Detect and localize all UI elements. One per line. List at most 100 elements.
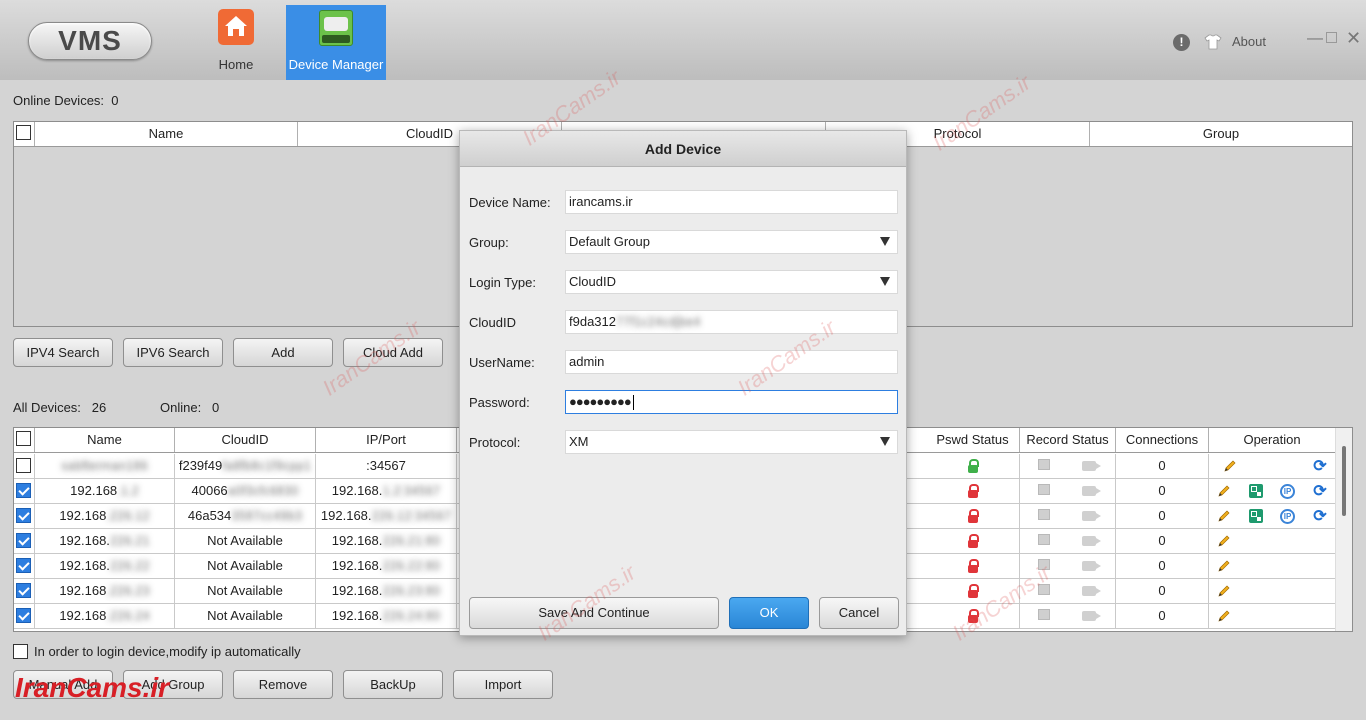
backup-button[interactable]: BackUp	[343, 670, 443, 699]
cell-name: 192.168.226.22	[35, 554, 175, 578]
cell-pswd-status	[926, 529, 1020, 553]
ipv4-search-button[interactable]: IPV4 Search	[13, 338, 113, 367]
lock-icon	[968, 559, 979, 573]
edit-icon[interactable]	[1217, 584, 1231, 598]
group-select[interactable]: Default Group	[565, 230, 898, 254]
cell-pswd-status	[926, 479, 1020, 503]
ip-icon[interactable]: IP	[1280, 484, 1295, 499]
qr-code-icon[interactable]	[1249, 509, 1263, 523]
col-name[interactable]: Name	[35, 428, 175, 452]
edit-icon[interactable]	[1217, 609, 1231, 623]
nav-home-label: Home	[218, 57, 254, 72]
cell-connections: 0	[1116, 604, 1209, 628]
col-operation[interactable]: Operation	[1209, 428, 1336, 452]
col-record-status[interactable]: Record Status	[1020, 428, 1116, 452]
add-device-dialog: Add Device Device Name: irancams.ir Grou…	[459, 130, 907, 636]
online-col-name[interactable]: Name	[35, 122, 298, 146]
ipv6-search-button[interactable]: IPV6 Search	[123, 338, 223, 367]
cloud-add-button[interactable]: Cloud Add	[343, 338, 443, 367]
cell-cloudid: f239f49fa8fb8c1f9cpp1	[175, 454, 316, 478]
row-checkbox[interactable]	[16, 583, 31, 598]
nav-home[interactable]: Home	[205, 5, 267, 80]
cell-operation	[1209, 604, 1336, 628]
lock-icon	[968, 534, 979, 548]
edit-icon[interactable]	[1217, 534, 1231, 548]
refresh-icon[interactable]: ⟳	[1312, 484, 1328, 500]
cell-ip-port: 192.168.226.22:80	[316, 554, 457, 578]
row-checkbox[interactable]	[16, 483, 31, 498]
close-icon[interactable]: ✕	[1346, 28, 1361, 49]
skin-icon[interactable]	[1204, 33, 1222, 51]
col-cloudid[interactable]: CloudID	[175, 428, 316, 452]
cloudid-input[interactable]: f9da31277f1c24cdjbe4	[565, 310, 898, 334]
ip-icon[interactable]: IP	[1280, 509, 1295, 524]
about-link[interactable]: About	[1232, 34, 1266, 49]
qr-code-icon[interactable]	[1249, 484, 1263, 498]
irancams-logo: IranCams.ir	[15, 672, 170, 703]
edit-icon[interactable]	[1217, 484, 1231, 498]
row-checkbox[interactable]	[16, 508, 31, 523]
remove-button[interactable]: Remove	[233, 670, 333, 699]
auto-modify-ip-checkbox[interactable]	[13, 644, 28, 659]
add-button[interactable]: Add	[233, 338, 333, 367]
col-ip-port[interactable]: IP/Port	[316, 428, 457, 452]
online-select-all-checkbox[interactable]	[16, 125, 31, 140]
all-select-all-checkbox[interactable]	[16, 431, 31, 446]
cell-name: sabfterman186	[35, 454, 175, 478]
row-checkbox[interactable]	[16, 558, 31, 573]
cell-ip-port: 192.168.226.12:34567	[316, 504, 457, 528]
cell-operation: IP ⟳	[1209, 504, 1336, 528]
scrollbar-thumb[interactable]	[1342, 446, 1346, 516]
group-label: Group:	[469, 235, 509, 250]
cloudid-label: CloudID	[469, 315, 516, 330]
row-checkbox[interactable]	[16, 533, 31, 548]
row-checkbox[interactable]	[16, 608, 31, 623]
cell-pswd-status	[926, 604, 1020, 628]
camera-icon	[1082, 511, 1101, 521]
cell-cloudid: Not Available	[175, 554, 316, 578]
online-col-group[interactable]: Group	[1090, 122, 1352, 146]
cell-connections: 0	[1116, 479, 1209, 503]
edit-icon[interactable]	[1217, 509, 1231, 523]
refresh-icon[interactable]: ⟳	[1312, 509, 1328, 525]
username-label: UserName:	[469, 355, 535, 370]
password-input[interactable]: ●●●●●●●●●	[565, 390, 898, 414]
record-icon	[1038, 509, 1050, 520]
maximize-icon[interactable]	[1326, 32, 1337, 43]
auto-modify-ip-label: In order to login device,modify ip autom…	[34, 644, 301, 659]
device-name-input[interactable]: irancams.ir	[565, 190, 898, 214]
chevron-down-icon	[880, 237, 890, 246]
login-type-select[interactable]: CloudID	[565, 270, 898, 294]
camera-icon	[1082, 486, 1101, 496]
col-pswd-status[interactable]: Pswd Status	[926, 428, 1020, 452]
cell-name: 192.168.226.23	[35, 579, 175, 603]
cell-name: 192.168.1.2	[35, 479, 175, 503]
cloudid-blurred: 77f1c24cdjbe4	[616, 314, 701, 329]
password-value: ●●●●●●●●●	[569, 394, 632, 409]
row-checkbox[interactable]	[16, 458, 31, 473]
edit-icon[interactable]	[1223, 459, 1237, 473]
cell-operation	[1209, 529, 1336, 553]
save-and-continue-button[interactable]: Save And Continue	[469, 597, 719, 629]
group-select-value: Default Group	[569, 234, 650, 249]
cell-connections: 0	[1116, 529, 1209, 553]
text-cursor	[632, 395, 634, 411]
refresh-icon[interactable]: ⟳	[1312, 459, 1328, 475]
cancel-button[interactable]: Cancel	[819, 597, 899, 629]
camera-icon	[1082, 586, 1101, 596]
info-icon[interactable]: !	[1173, 34, 1190, 51]
cell-cloudid: 40066a0f3cfc6830	[175, 479, 316, 503]
table-scrollbar[interactable]	[1335, 428, 1352, 631]
minimize-icon[interactable]: —	[1307, 30, 1323, 48]
chevron-down-icon	[880, 437, 890, 446]
protocol-value: XM	[569, 434, 589, 449]
cell-connections: 0	[1116, 579, 1209, 603]
protocol-label: Protocol:	[469, 435, 521, 450]
col-connections[interactable]: Connections	[1116, 428, 1209, 452]
ok-button[interactable]: OK	[729, 597, 809, 629]
protocol-select[interactable]: XM	[565, 430, 898, 454]
edit-icon[interactable]	[1217, 559, 1231, 573]
import-button[interactable]: Import	[453, 670, 553, 699]
nav-device-manager[interactable]: Device Manager	[286, 5, 386, 80]
username-input[interactable]: admin	[565, 350, 898, 374]
